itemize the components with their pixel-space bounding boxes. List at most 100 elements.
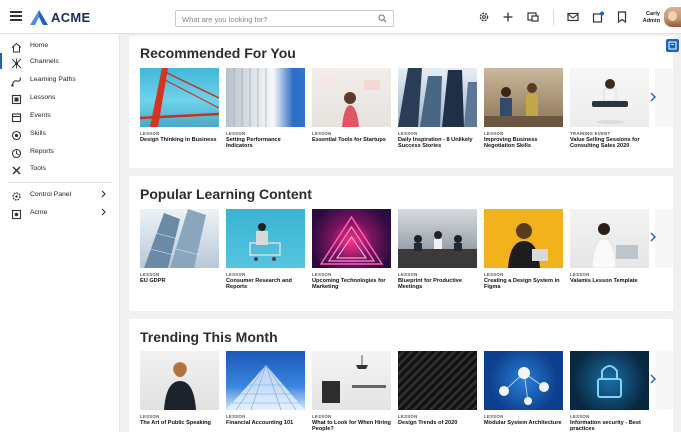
section-title: Popular Learning Content [140,186,312,202]
card-title: What to Look for When Hiring People? [312,420,391,432]
sidebar-item-channels[interactable]: Channels [0,53,120,69]
card-thumbnail-laptop-woman [570,209,649,268]
sidebar-item-learning-paths[interactable]: Learning Paths [0,71,120,87]
sidebar: Home Channels Learning Paths Lessons Eve… [0,34,120,432]
card-thumbnail-boardroom [398,209,477,268]
hamburger-menu-icon[interactable] [10,11,22,21]
card-type: LESSON [398,131,418,136]
sidebar-item-skills[interactable]: Skills [0,125,120,141]
card-thumbnail-shopping-cart [226,209,305,268]
sidebar-item-label: Tools [30,164,46,172]
card-type: TRAINING EVENT [570,131,611,136]
sidebar-item-control-panel[interactable]: Control Panel [0,186,120,202]
card-type: LESSON [570,272,590,277]
sidebar-item-label: Acme [30,208,48,216]
card-type: LESSON [484,414,504,419]
sidebar-item-acme[interactable]: Acme [0,204,120,220]
user-name[interactable]: Carly Admin [636,11,660,24]
section-trending: Trending This Month LESSON The Art of Pu… [129,319,673,432]
brand-name: ACME [51,9,91,25]
card-thumbnail-bridge [140,68,219,127]
card-thumbnail-building [226,68,305,127]
brand-logo[interactable]: ACME [30,9,90,25]
card-title: Improving Business Negotiation Skills [484,137,538,150]
card-title: Information security - Best practices [570,420,641,432]
card-thumbnail-office-chair [312,351,391,410]
card-title: The Art of Public Speaking [140,420,211,426]
card-thumbnail-glass-facade [226,351,305,410]
card-thumbnail-neon-triangles [312,209,391,268]
card-title: Blueprint for Productive Meetings [398,278,463,291]
gear-icon [11,189,22,201]
sidebar-item-label: Home [30,41,49,49]
card-type: LESSON [140,131,160,136]
sidebar-item-lessons[interactable]: Lessons [0,89,120,105]
sidebar-item-home[interactable]: Home [0,37,120,53]
sidebar-item-label: Events [30,111,51,119]
sidebar-item-reports[interactable]: Reports [0,143,120,159]
user-role: Admin [642,17,660,24]
card-type: LESSON [312,414,332,419]
section-title: Trending This Month [140,329,278,345]
search-box[interactable] [175,10,394,27]
card-thumbnail-dark-pattern [398,351,477,410]
settings-gear-icon[interactable] [477,10,491,24]
sidebar-item-label: Control Panel [30,190,72,198]
feedback-button[interactable] [666,39,679,52]
channels-icon [11,56,22,68]
carousel-next-icon[interactable] [648,231,658,243]
chevron-right-icon [101,208,106,216]
card-title: Essential Tools for Startups [312,137,386,143]
sidebar-item-label: Reports [30,147,54,155]
learning-paths-icon [11,74,22,87]
card-title: Design Thinking in Business [140,137,217,143]
sidebar-item-label: Learning Paths [30,75,76,83]
card-title: Financial Accounting 101 [226,420,294,426]
main-content: Recommended For You LESSON Design Thinki… [120,34,681,432]
card-type: LESSON [226,131,246,136]
sidebar-divider [8,182,112,183]
card-type: LESSON [226,272,246,277]
chevron-right-icon [101,190,106,198]
switch-view-icon[interactable] [526,10,540,24]
card-title: Valamis Lesson Template [570,278,638,284]
card-title: Upcoming Technologies for Marketing [312,278,386,291]
card-type: LESSON [140,414,160,419]
notification-icon[interactable] [591,10,605,24]
card-thumbnail-levitating-man [570,68,649,127]
sidebar-item-events[interactable]: Events [0,107,120,123]
calendar-icon [11,110,22,122]
avatar[interactable] [664,7,681,27]
tools-icon [11,163,22,174]
card-thumbnail-towers [140,209,219,268]
top-bar: ACME Carly Admin [0,0,681,34]
card-title: Design Trends of 2020 [398,420,458,426]
sidebar-item-tools[interactable]: Tools [0,160,120,176]
carousel-next-icon[interactable] [648,91,658,103]
section-recommended: Recommended For You LESSON Design Thinki… [129,36,673,168]
mail-icon[interactable] [566,10,580,24]
acme-icon [11,207,22,219]
card-thumbnail-speaker [140,351,219,410]
sidebar-item-label: Skills [30,129,46,137]
skills-icon [11,128,22,140]
card-thumbnail-padlock [570,351,649,410]
card-type: LESSON [398,414,418,419]
sidebar-item-label: Lessons [30,93,56,101]
card-type: LESSON [570,414,590,419]
bookmark-icon[interactable] [615,10,629,24]
search-input[interactable] [182,14,372,24]
reports-icon [11,146,22,158]
carousel-next-icon[interactable] [648,373,658,385]
card-title: Daily Inspiration - 8 Unlikely Success S… [398,137,473,150]
home-icon [11,40,22,52]
card-title: Creating a Design System in Figma [484,278,560,291]
card-thumbnail-skyscrapers [398,68,477,127]
card-title: Setting Performance Indicators [226,137,281,150]
section-popular: Popular Learning Content LESSON EU GDPR … [129,176,673,311]
search-icon[interactable] [378,14,387,23]
lessons-icon [11,92,22,104]
add-plus-icon[interactable] [501,10,515,24]
card-thumbnail-designer [484,209,563,268]
card-title: Consumer Research and Reports [226,278,292,291]
